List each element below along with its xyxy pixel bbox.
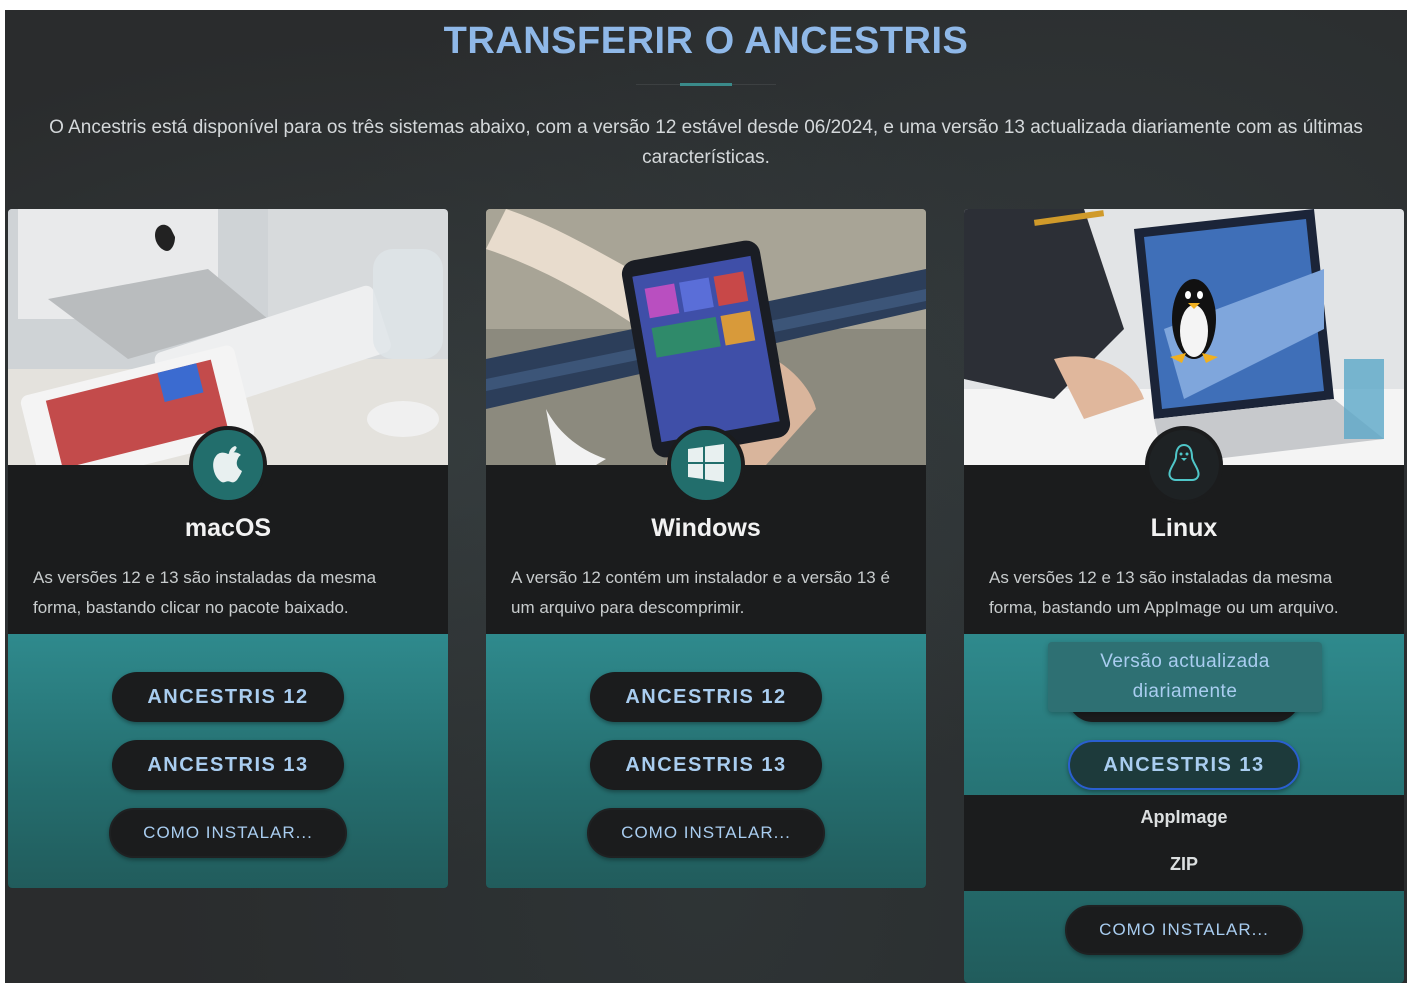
macos-badge bbox=[189, 426, 267, 504]
ancestris-13-button[interactable]: ANCESTRIS 13 bbox=[112, 740, 344, 790]
apple-icon bbox=[209, 442, 247, 489]
how-to-install-button[interactable]: COMO INSTALAR... bbox=[109, 808, 347, 858]
os-name-windows: Windows bbox=[651, 514, 761, 542]
download-panel-macos: ANCESTRIS 12 ANCESTRIS 13 COMO INSTALAR.… bbox=[8, 634, 448, 888]
title-divider-accent bbox=[680, 83, 732, 86]
tux-icon bbox=[1166, 442, 1202, 489]
windows-badge bbox=[667, 426, 745, 504]
linux-badge bbox=[1145, 426, 1223, 504]
os-description-linux: As versões 12 e 13 são instaladas da mes… bbox=[989, 568, 1339, 617]
os-name-linux: Linux bbox=[1150, 514, 1218, 542]
menu-item-zip[interactable]: ZIP bbox=[964, 854, 1404, 875]
card-macos: macOS As versões 12 e 13 são instaladas … bbox=[8, 209, 448, 888]
download-panel-windows: ANCESTRIS 12 ANCESTRIS 13 COMO INSTALAR.… bbox=[486, 634, 926, 888]
windows-icon bbox=[686, 443, 726, 488]
download-section: TRANSFERIR O ANCESTRIS O Ancestris está … bbox=[5, 10, 1407, 983]
os-name-macos: macOS bbox=[184, 514, 272, 542]
intro-text: O Ancestris está disponível para os três… bbox=[49, 117, 1363, 168]
card-windows: Windows A versão 12 contém um instalador… bbox=[486, 209, 926, 888]
page-title: TRANSFERIR O ANCESTRIS bbox=[443, 20, 969, 62]
download-format-menu: AppImage ZIP bbox=[964, 795, 1404, 891]
os-description-macos: As versões 12 e 13 são instaladas da mes… bbox=[33, 568, 377, 617]
os-description-windows: A versão 12 contém um instalador e a ver… bbox=[511, 568, 890, 617]
ancestris-13-button[interactable]: ANCESTRIS 13 bbox=[1068, 740, 1300, 790]
card-linux: Linux As versões 12 e 13 são instaladas … bbox=[964, 209, 1404, 983]
menu-item-appimage[interactable]: AppImage bbox=[964, 807, 1404, 828]
ancestris-12-button[interactable]: ANCESTRIS 12 bbox=[590, 672, 822, 722]
how-to-install-button[interactable]: COMO INSTALAR... bbox=[587, 808, 825, 858]
how-to-install-button[interactable]: COMO INSTALAR... bbox=[1065, 905, 1303, 955]
version-tooltip: Versão actualizada diariamente bbox=[1048, 642, 1322, 712]
ancestris-13-button[interactable]: ANCESTRIS 13 bbox=[590, 740, 822, 790]
ancestris-12-button[interactable]: ANCESTRIS 12 bbox=[112, 672, 344, 722]
